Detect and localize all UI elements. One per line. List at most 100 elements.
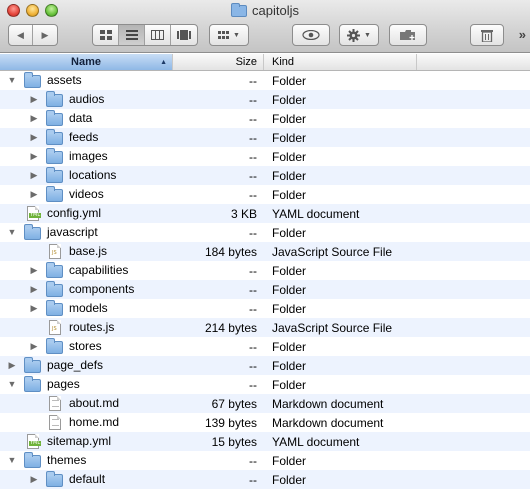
file-name: feeds (69, 130, 99, 144)
table-row[interactable]: ▶ images -- Folder (0, 147, 530, 166)
table-row[interactable]: ▶ default -- Folder (0, 470, 530, 489)
disclosure-collapsed-icon[interactable]: ▶ (29, 151, 39, 161)
back-button[interactable]: ◀ (9, 25, 33, 45)
column-header: Name ▲ Size Kind (0, 54, 530, 71)
file-name: routes.js (69, 320, 115, 334)
file-kind: Markdown document (272, 396, 384, 411)
folder-icon (46, 148, 63, 164)
forward-button[interactable]: ▶ (33, 25, 57, 45)
table-row[interactable]: ▶ feeds -- Folder (0, 128, 530, 147)
toolbar: capitoljs ◀ ▶ ▼ ▼ » (0, 0, 530, 53)
table-row[interactable]: ▼ pages -- Folder (0, 375, 530, 394)
folder-icon (46, 110, 63, 126)
folder-icon (46, 471, 63, 487)
disclosure-expanded-icon[interactable]: ▼ (7, 455, 17, 465)
file-kind: JavaScript Source File (272, 320, 393, 335)
file-name: about.md (69, 396, 120, 410)
table-row[interactable]: ▶ models -- Folder (0, 299, 530, 318)
arrange-button[interactable]: ▼ (209, 24, 249, 46)
disclosure-expanded-icon[interactable]: ▼ (7, 379, 17, 389)
file-size: -- (249, 149, 257, 164)
table-row[interactable]: ▶ capabilities -- Folder (0, 261, 530, 280)
icon-view-button[interactable] (93, 25, 119, 45)
table-row[interactable]: ▶ components -- Folder (0, 280, 530, 299)
disclosure-collapsed-icon[interactable]: ▶ (29, 132, 39, 142)
toolbar-overflow-chevron[interactable]: » (519, 27, 526, 42)
table-row[interactable]: ▼ javascript -- Folder (0, 223, 530, 242)
table-row[interactable]: ▶ data -- Folder (0, 109, 530, 128)
name-cell: ▶ default (0, 470, 173, 489)
file-size: -- (249, 301, 257, 316)
file-name: models (69, 301, 108, 315)
column-header-kind[interactable]: Kind (264, 54, 417, 70)
file-kind: Markdown document (272, 415, 384, 430)
table-row[interactable]: ▶ videos -- Folder (0, 185, 530, 204)
table-row[interactable]: YML sitemap.yml 15 bytes YAML document (0, 432, 530, 451)
disclosure-collapsed-icon[interactable]: ▶ (29, 113, 39, 123)
table-row[interactable]: ▶ audios -- Folder (0, 90, 530, 109)
column-header-name[interactable]: Name ▲ (0, 54, 173, 70)
file-size: 139 bytes (204, 415, 257, 430)
file-kind: YAML document (272, 434, 360, 449)
file-kind: Folder (272, 149, 307, 164)
table-row[interactable]: JS routes.js 214 bytes JavaScript Source Fi… (0, 318, 530, 337)
disclosure-collapsed-icon[interactable]: ▶ (7, 360, 17, 370)
file-kind: Folder (272, 453, 307, 468)
file-name: config.yml (47, 206, 102, 220)
table-row[interactable]: ▶ page_defs -- Folder (0, 356, 530, 375)
file-name: components (69, 282, 135, 296)
name-cell: home.md (0, 413, 173, 432)
file-size: -- (249, 130, 257, 145)
table-row[interactable]: YML config.yml 3 KB YAML document (0, 204, 530, 223)
disclosure-expanded-icon[interactable]: ▼ (7, 75, 17, 85)
table-row[interactable]: home.md 139 bytes Markdown document (0, 413, 530, 432)
name-cell: YML sitemap.yml (0, 432, 173, 451)
action-button[interactable]: ▼ (339, 24, 379, 46)
table-row[interactable]: ▼ themes -- Folder (0, 451, 530, 470)
folder-icon (46, 129, 63, 145)
disclosure-expanded-icon[interactable]: ▼ (7, 227, 17, 237)
file-size: 15 bytes (211, 434, 257, 449)
file-list: ▼ assets -- Folder ▶ audios -- Folder ▶ data -- Fol… (0, 71, 530, 489)
file-kind: Folder (272, 301, 307, 316)
name-cell: JS routes.js (0, 318, 173, 337)
file-name: themes (47, 453, 87, 467)
name-cell: ▼ themes (0, 451, 173, 470)
column-header-size[interactable]: Size (173, 54, 264, 70)
disclosure-collapsed-icon[interactable]: ▶ (29, 265, 39, 275)
file-size: -- (249, 187, 257, 202)
file-size: -- (249, 282, 257, 297)
folder-icon (46, 262, 63, 278)
file-size: -- (249, 168, 257, 183)
column-view-button[interactable] (145, 25, 171, 45)
disclosure-collapsed-icon[interactable]: ▶ (29, 341, 39, 351)
file-name: default (69, 472, 106, 486)
disclosure-collapsed-icon[interactable]: ▶ (29, 170, 39, 180)
table-row[interactable]: ▼ assets -- Folder (0, 71, 530, 90)
quick-look-button[interactable] (292, 24, 330, 46)
coverflow-view-button[interactable] (171, 25, 197, 45)
disclosure-collapsed-icon[interactable]: ▶ (29, 284, 39, 294)
name-cell: ▼ javascript (0, 223, 173, 242)
table-row[interactable]: ▶ stores -- Folder (0, 337, 530, 356)
name-cell: ▶ videos (0, 185, 173, 204)
table-row[interactable]: about.md 67 bytes Markdown document (0, 394, 530, 413)
js-file-icon: JS (49, 320, 61, 335)
icon-view-icon (99, 30, 112, 40)
new-folder-button[interactable] (389, 24, 427, 46)
table-row[interactable]: ▶ locations -- Folder (0, 166, 530, 185)
file-size: -- (249, 453, 257, 468)
column-header-name-label: Name (71, 56, 101, 68)
file-kind: Folder (272, 263, 307, 278)
disclosure-collapsed-icon[interactable]: ▶ (29, 303, 39, 313)
eye-icon (302, 30, 320, 40)
list-view-button[interactable] (119, 25, 145, 45)
back-forward-control: ◀ ▶ (8, 24, 58, 46)
disclosure-collapsed-icon[interactable]: ▶ (29, 474, 39, 484)
file-size: 3 KB (230, 206, 257, 221)
delete-button[interactable] (470, 24, 504, 46)
file-name: page_defs (47, 358, 104, 372)
disclosure-collapsed-icon[interactable]: ▶ (29, 94, 39, 104)
disclosure-collapsed-icon[interactable]: ▶ (29, 189, 39, 199)
table-row[interactable]: JS base.js 184 bytes JavaScript Source File (0, 242, 530, 261)
